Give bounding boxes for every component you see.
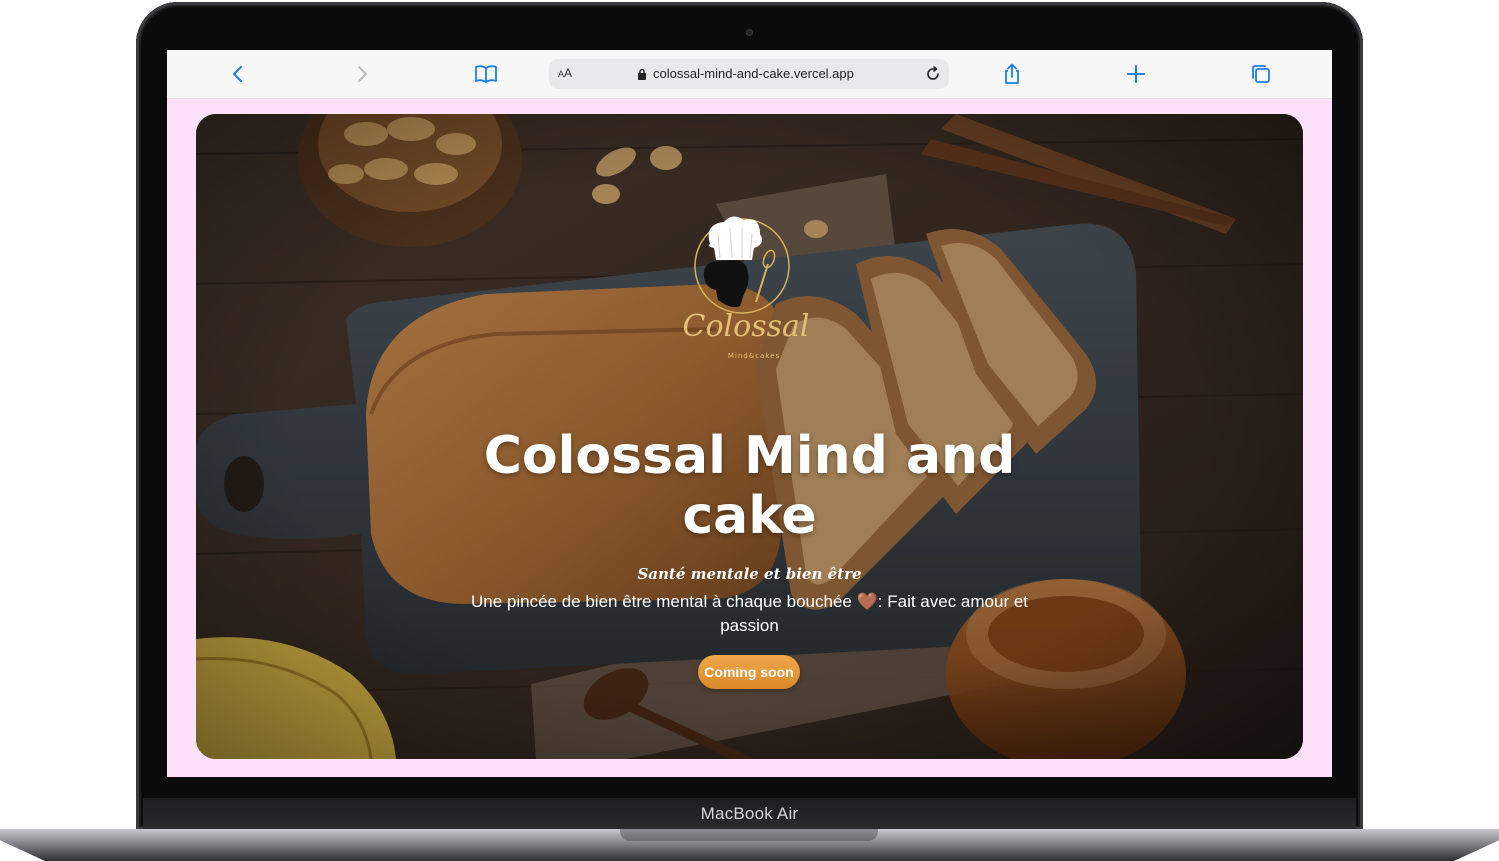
new-tab-icon[interactable] bbox=[1124, 62, 1148, 86]
back-arrow-icon[interactable] bbox=[226, 62, 250, 86]
brown-heart-icon: 🤎 bbox=[856, 592, 878, 611]
lock-icon bbox=[638, 68, 646, 80]
browser-screen: AAAA colossal-mind-and-cake.vercel.app bbox=[167, 50, 1332, 777]
laptop-chin: MacBook Air bbox=[143, 798, 1356, 830]
device-label: MacBook Air bbox=[700, 804, 799, 823]
url-text: colossal-mind-and-cake.vercel.app bbox=[653, 66, 854, 81]
camera-dot bbox=[746, 29, 753, 36]
reader-mode-button[interactable]: AAAA bbox=[558, 66, 572, 80]
hero-section: Colossal Mind&cakes Colossal Mind and ca… bbox=[196, 114, 1303, 759]
share-icon[interactable] bbox=[1000, 62, 1024, 86]
colossal-logo: Colossal Mind&cakes bbox=[683, 216, 810, 360]
logo-tagline-text: Mind&cakes bbox=[728, 352, 780, 360]
forward-arrow-icon[interactable] bbox=[350, 62, 374, 86]
bookmarks-icon[interactable] bbox=[474, 62, 498, 86]
coming-soon-button[interactable]: Coming soon bbox=[698, 655, 800, 689]
browser-toolbar: AAAA colossal-mind-and-cake.vercel.app bbox=[167, 50, 1332, 99]
description-text: Une pincée de bien être mental à chaque … bbox=[470, 592, 852, 611]
url-display[interactable]: colossal-mind-and-cake.vercel.app bbox=[637, 66, 854, 81]
hero-title: Colossal Mind and cake bbox=[483, 426, 1016, 546]
address-bar[interactable]: AAAA colossal-mind-and-cake.vercel.app bbox=[549, 59, 949, 89]
hero-subtitle: Santé mentale et bien être bbox=[637, 565, 862, 583]
laptop-notch bbox=[620, 829, 878, 841]
hero-description: Une pincée de bien être mental à chaque … bbox=[466, 590, 1033, 638]
logo-script-text: Colossal bbox=[683, 309, 810, 344]
tabs-icon[interactable] bbox=[1249, 62, 1273, 86]
reload-icon[interactable] bbox=[921, 62, 945, 86]
